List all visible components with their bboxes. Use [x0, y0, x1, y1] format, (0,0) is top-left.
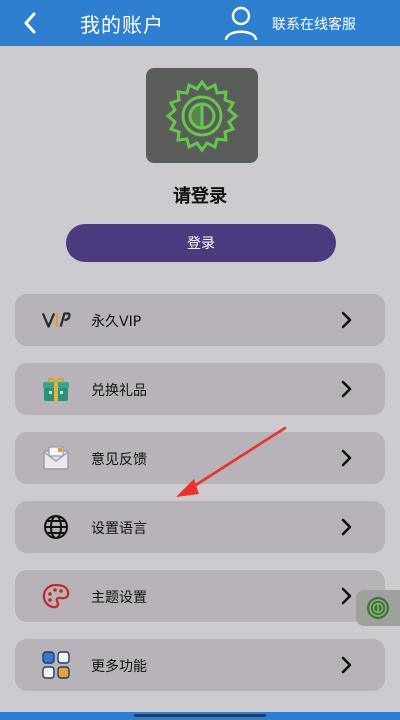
chevron-right-icon — [341, 311, 352, 329]
grid-icon — [41, 651, 71, 679]
avatar[interactable] — [146, 68, 258, 163]
header-bar: 我的账户 联系在线客服 — [0, 0, 400, 46]
app-logo-icon — [367, 597, 389, 619]
chevron-right-icon — [341, 656, 352, 674]
menu-item-label: 永久VIP — [91, 314, 142, 330]
menu-item-label: 兑换礼品 — [91, 383, 147, 399]
user-icon[interactable] — [222, 4, 260, 42]
vip-icon — [41, 306, 71, 334]
mail-icon — [41, 444, 71, 472]
page-title: 我的账户 — [80, 13, 164, 37]
login-button[interactable]: 登录 — [66, 224, 336, 262]
menu-item-gift[interactable]: 兑换礼品 — [15, 363, 385, 415]
chevron-right-icon — [341, 518, 352, 536]
chevron-right-icon — [341, 587, 352, 605]
palette-icon — [41, 582, 71, 610]
menu-item-vip[interactable]: 永久VIP — [15, 294, 385, 346]
gift-icon — [41, 375, 71, 403]
globe-icon — [41, 513, 71, 541]
menu-item-language[interactable]: 设置语言 — [15, 501, 385, 553]
home-indicator[interactable] — [134, 714, 266, 717]
menu-item-label: 更多功能 — [91, 659, 147, 675]
chevron-right-icon — [341, 380, 352, 398]
menu-item-feedback[interactable]: 意见反馈 — [15, 432, 385, 484]
login-prompt: 请登录 — [173, 186, 227, 207]
chevron-right-icon — [341, 449, 352, 467]
menu-item-label: 主题设置 — [91, 590, 147, 606]
contact-support-link[interactable]: 联系在线客服 — [272, 14, 356, 34]
back-button[interactable] — [18, 10, 42, 36]
app-logo-icon — [165, 78, 239, 153]
menu-item-more[interactable]: 更多功能 — [15, 639, 385, 691]
menu-item-label: 意见反馈 — [91, 452, 147, 468]
floating-widget-button[interactable] — [356, 590, 400, 626]
menu-item-theme[interactable]: 主题设置 — [15, 570, 385, 622]
menu-item-label: 设置语言 — [91, 521, 147, 537]
chevron-left-icon — [24, 12, 36, 34]
